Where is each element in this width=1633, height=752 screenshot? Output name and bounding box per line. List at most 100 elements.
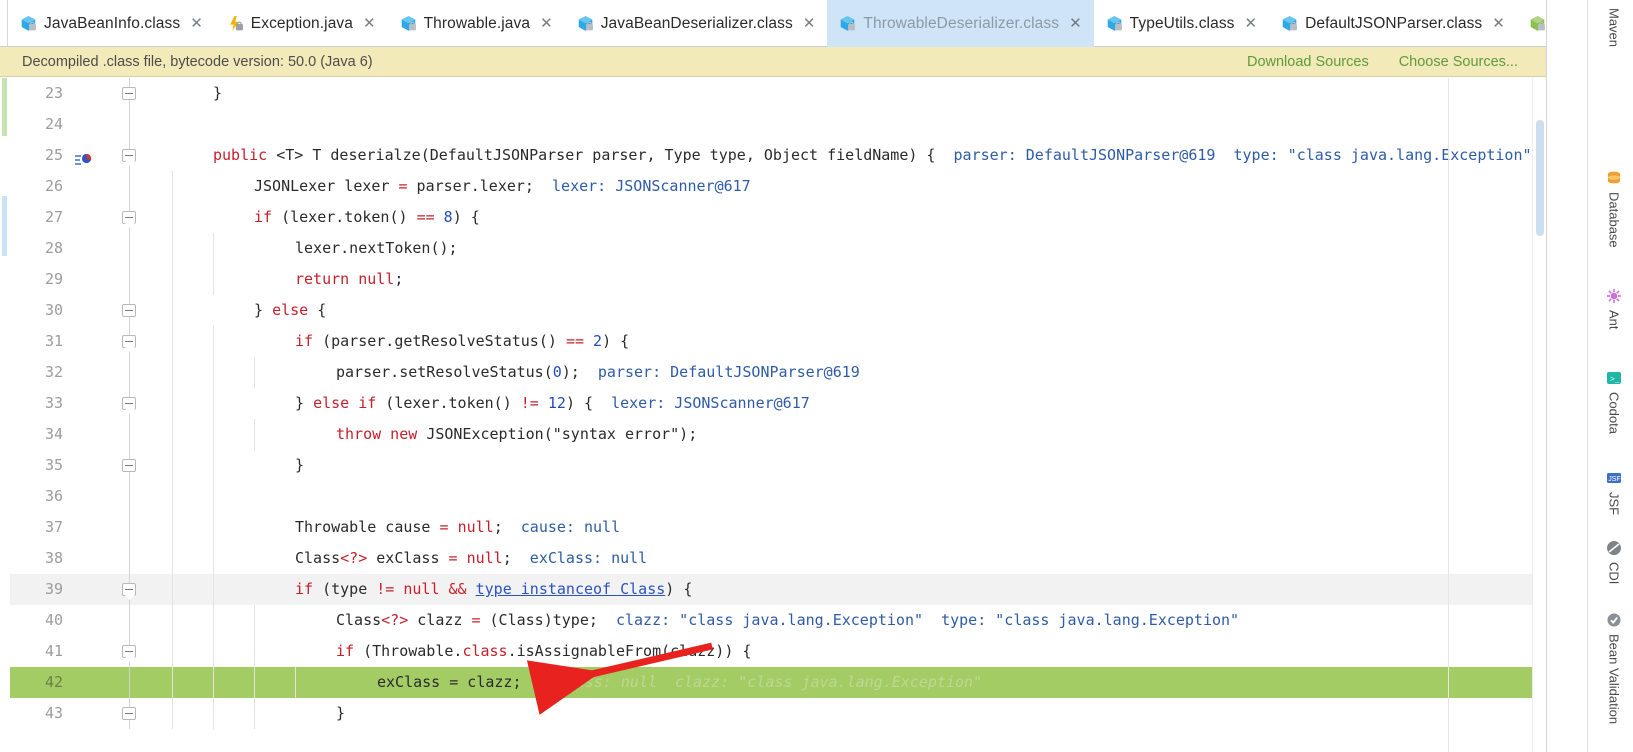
code-folding-gutter[interactable]	[108, 171, 150, 202]
code-line-content[interactable]: return null;	[172, 264, 1532, 295]
fold-toggle-icon[interactable]	[122, 645, 136, 662]
fold-toggle-icon[interactable]	[122, 211, 136, 228]
code-folding-gutter[interactable]	[108, 140, 150, 171]
code-folding-gutter[interactable]	[108, 574, 150, 605]
code-line[interactable]: 41 if (Throwable.class.isAssignableFrom(c…	[10, 636, 1532, 667]
code-folding-gutter[interactable]	[108, 264, 150, 295]
code-line[interactable]: 28 lexer.nextToken();	[10, 233, 1532, 264]
code-line-content[interactable]: if (parser.getResolveStatus() == 2) {	[172, 326, 1532, 357]
gutter-icon-area[interactable]	[68, 388, 108, 419]
close-icon[interactable]: ✕	[1066, 16, 1082, 31]
gutter-icon-area[interactable]	[68, 295, 108, 326]
code-folding-gutter[interactable]	[108, 295, 150, 326]
code-editor[interactable]: 23} 24 25 public <T> T deserialze(DefaultJS…	[0, 78, 1546, 752]
code-line-content[interactable]: public <T> T deserialze(DefaultJSONParse…	[172, 140, 1532, 171]
fold-toggle-icon[interactable]	[122, 583, 136, 600]
gutter-icon-area[interactable]	[68, 202, 108, 233]
code-line-content[interactable]	[172, 481, 1532, 512]
code-folding-gutter[interactable]	[108, 233, 150, 264]
code-line[interactable]: 25 public <T> T deserialze(DefaultJSONPar…	[10, 140, 1532, 171]
tool-window-button-ant[interactable]: Ant	[1594, 288, 1633, 330]
code-line-content[interactable]: }	[172, 450, 1532, 481]
close-icon[interactable]: ✕	[187, 16, 203, 31]
download-sources-link[interactable]: Download Sources	[1247, 54, 1369, 70]
code-line[interactable]: 36	[10, 481, 1532, 512]
editor-tab-exception-java[interactable]: Exception.java ✕	[215, 0, 388, 47]
code-folding-gutter[interactable]	[108, 481, 150, 512]
code-line-content[interactable]: Throwable cause = null; cause: null	[172, 512, 1532, 543]
gutter-icon-area[interactable]	[68, 357, 108, 388]
code-line-content[interactable]: if (Throwable.class.isAssignableFrom(cla…	[172, 636, 1532, 667]
tool-window-button-codota[interactable]: >_ Codota	[1594, 370, 1633, 434]
gutter-icon-area[interactable]	[68, 264, 108, 295]
editor-scrollbar-thumb[interactable]	[1536, 120, 1544, 236]
code-folding-gutter[interactable]	[108, 388, 150, 419]
code-folding-gutter[interactable]	[108, 357, 150, 388]
fold-toggle-icon[interactable]	[122, 149, 136, 166]
gutter-icon-area[interactable]	[68, 543, 108, 574]
editor-tab-typeutils-class[interactable]: TypeUtils.class ✕	[1094, 0, 1269, 47]
code-folding-gutter[interactable]	[108, 698, 150, 729]
code-folding-gutter[interactable]	[108, 202, 150, 233]
code-line-content[interactable]: if (type != null && type instanceof Clas…	[172, 574, 1532, 605]
code-folding-gutter[interactable]	[108, 667, 150, 698]
gutter-icon-area[interactable]	[68, 140, 108, 171]
code-line-content[interactable]: JSONLexer lexer = parser.lexer; lexer: J…	[172, 171, 1532, 202]
code-folding-gutter[interactable]	[108, 512, 150, 543]
close-icon[interactable]: ✕	[1489, 16, 1505, 31]
code-folding-gutter[interactable]	[108, 636, 150, 667]
fold-toggle-icon[interactable]	[122, 459, 136, 472]
close-icon[interactable]: ✕	[800, 16, 816, 31]
gutter-icon-area[interactable]	[68, 512, 108, 543]
code-line[interactable]: 33} else if (lexer.token() != 12) { lexe…	[10, 388, 1532, 419]
code-line[interactable]: 38 Class<?> exClass = null; exClass: null	[10, 543, 1532, 574]
fold-toggle-icon[interactable]	[122, 87, 136, 100]
gutter-icon-area[interactable]	[68, 450, 108, 481]
tool-window-button-jsf[interactable]: JSF JSF	[1594, 470, 1633, 515]
gutter-icon-area[interactable]	[68, 419, 108, 450]
code-folding-gutter[interactable]	[108, 109, 150, 140]
close-icon[interactable]: ✕	[1242, 16, 1258, 31]
code-line[interactable]: 24	[10, 109, 1532, 140]
code-line-content[interactable]: parser.setResolveStatus(0); parser: Defa…	[172, 357, 1532, 388]
code-line[interactable]: 30} else {	[10, 295, 1532, 326]
code-line[interactable]: 34 throw new JSONException("syntax error"…	[10, 419, 1532, 450]
code-line-content[interactable]: }	[172, 78, 1532, 109]
code-line[interactable]: 32 parser.setResolveStatus(0); parser: De…	[10, 357, 1532, 388]
editor-tab-javabeandeserializer-class[interactable]: JavaBeanDeserializer.class ✕	[565, 0, 828, 47]
code-line[interactable]: 40 Class<?> clazz = (Class)type; clazz: "…	[10, 605, 1532, 636]
tool-window-button-database[interactable]: Database	[1594, 170, 1633, 248]
choose-sources-link[interactable]: Choose Sources...	[1399, 54, 1518, 70]
gutter-icon-area[interactable]	[68, 605, 108, 636]
editor-tab-javabeaninfo-class[interactable]: JavaBeanInfo.class ✕	[8, 0, 215, 47]
code-line-content[interactable]	[172, 109, 1532, 140]
code-line[interactable]: 37 Throwable cause = null; cause: null	[10, 512, 1532, 543]
fold-toggle-icon[interactable]	[122, 707, 136, 720]
editor-tab-throwabledeserializer-class[interactable]: ThrowableDeserializer.class ✕	[827, 0, 1094, 47]
editor-tab-throwable-java[interactable]: Throwable.java ✕	[388, 0, 565, 47]
gutter-icon-area[interactable]	[68, 481, 108, 512]
code-line[interactable]: 27 if (lexer.token() == 8) {	[10, 202, 1532, 233]
code-line-content[interactable]: lexer.nextToken();	[172, 233, 1532, 264]
editor-tab-defaultjsonparser-class[interactable]: DefaultJSONParser.class ✕	[1269, 0, 1517, 47]
code-line[interactable]: 35}	[10, 450, 1532, 481]
code-line[interactable]: 42 exClass = clazz; exClass: null clazz: …	[10, 667, 1532, 698]
gutter-icon-area[interactable]	[68, 233, 108, 264]
code-line-content[interactable]: } else {	[172, 295, 1532, 326]
code-folding-gutter[interactable]	[108, 605, 150, 636]
code-line-content[interactable]: throw new JSONException("syntax error");	[172, 419, 1532, 450]
code-line-content[interactable]: exClass = clazz; exClass: null clazz: "c…	[172, 667, 1532, 698]
tool-window-button-maven[interactable]: Maven	[1594, 8, 1633, 47]
gutter-icon-area[interactable]	[68, 326, 108, 357]
editor-scrollbar[interactable]	[1532, 78, 1546, 752]
fold-toggle-icon[interactable]	[122, 397, 136, 414]
gutter-icon-area[interactable]	[68, 667, 108, 698]
gutter-icon-area[interactable]	[68, 78, 108, 109]
code-folding-gutter[interactable]	[108, 326, 150, 357]
method-override-icon[interactable]	[74, 148, 92, 165]
gutter-icon-area[interactable]	[68, 109, 108, 140]
gutter-icon-area[interactable]	[68, 171, 108, 202]
gutter-icon-area[interactable]	[68, 698, 108, 729]
code-line[interactable]: 39 if (type != null && type instanceof Cl…	[10, 574, 1532, 605]
close-icon[interactable]: ✕	[537, 16, 553, 31]
